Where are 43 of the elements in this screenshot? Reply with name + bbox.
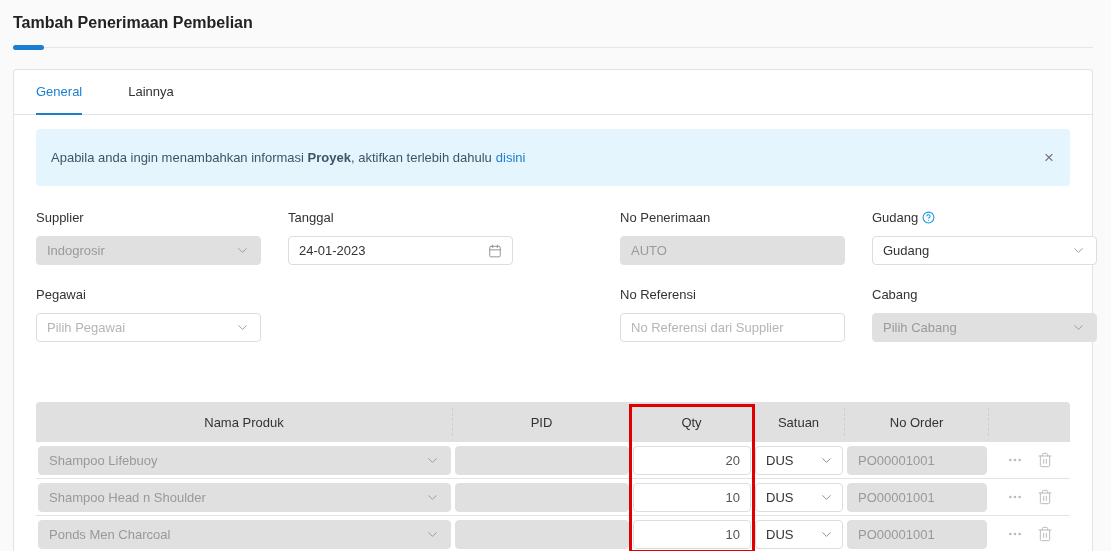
unit-select[interactable]: DUS xyxy=(755,445,843,475)
tab[interactable]: Lainnya xyxy=(128,70,174,115)
calendar-icon xyxy=(488,243,502,258)
field-label: Cabang xyxy=(872,287,918,302)
trash-icon[interactable] xyxy=(1037,526,1053,542)
order-field[interactable]: PO00001001 xyxy=(847,519,987,549)
date-field[interactable]: 24-01-2023 xyxy=(288,236,513,265)
field-label: Gudang xyxy=(872,210,919,225)
column-header: No Order xyxy=(845,408,989,436)
field-label: Pegawai xyxy=(36,287,86,302)
help-icon[interactable] xyxy=(922,211,936,224)
unit-select[interactable]: DUS xyxy=(755,482,843,512)
column-header: PID xyxy=(453,408,631,436)
tab[interactable]: General xyxy=(36,70,83,115)
qty-field[interactable]: 10 xyxy=(633,519,751,549)
column-header: Qty xyxy=(631,408,753,436)
field-label: Tanggal xyxy=(288,210,334,225)
title-underline xyxy=(13,45,44,50)
product-select[interactable]: Ponds Men Charcoal xyxy=(38,519,451,549)
order-field[interactable]: PO00001001 xyxy=(847,482,987,512)
unit-select[interactable]: DUS xyxy=(755,519,843,549)
qty-field[interactable]: 10 xyxy=(633,482,751,512)
page-title: Tambah Penerimaan Pembelian xyxy=(13,13,254,33)
product-select[interactable]: Shampoo Lifebuoy xyxy=(38,445,451,475)
qty-field[interactable]: 20 xyxy=(633,445,751,475)
pid-field[interactable] xyxy=(455,482,629,512)
input-field[interactable]: No Referensi dari Supplier xyxy=(620,313,845,342)
column-header: Satuan xyxy=(753,408,845,436)
field-label: Supplier xyxy=(36,210,84,225)
pid-field[interactable] xyxy=(455,445,629,475)
select-field[interactable]: Gudang xyxy=(872,236,1097,265)
pid-field[interactable] xyxy=(455,519,629,549)
trash-icon[interactable] xyxy=(1037,489,1053,505)
product-select[interactable]: Shampoo Head n Shoulder xyxy=(38,482,451,512)
close-button[interactable]: × xyxy=(1044,149,1054,166)
banner-text: Apabila anda ingin menambahkan informasi Proyek, aktifkan terlebih dahulu disini xyxy=(51,150,526,165)
order-field[interactable]: PO00001001 xyxy=(847,445,987,475)
banner-link[interactable]: disini xyxy=(495,150,526,165)
field-label: No Referensi xyxy=(620,287,696,302)
field-label: No Penerimaan xyxy=(620,210,711,225)
select-field[interactable]: Pilih Pegawai xyxy=(36,313,261,342)
trash-icon[interactable] xyxy=(1037,452,1053,468)
column-header: Nama Produk xyxy=(36,408,453,436)
